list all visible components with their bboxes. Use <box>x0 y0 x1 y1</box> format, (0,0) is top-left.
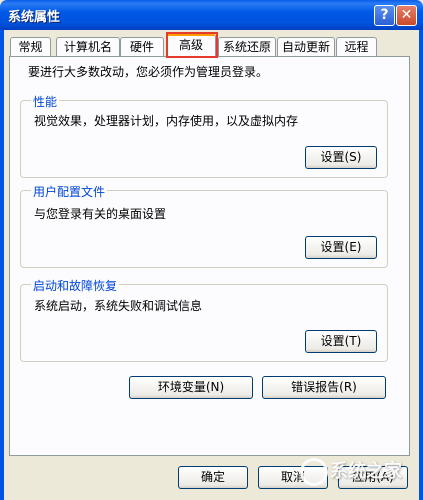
close-button[interactable]: ✕ <box>396 5 417 26</box>
performance-group-title: 性能 <box>31 93 60 110</box>
active-tab-highlight <box>166 32 218 58</box>
watermark-text: 系统之家 <box>330 461 402 482</box>
admin-notice: 要进行大多数改动，您必须作为管理员登录。 <box>28 65 269 79</box>
startup-recovery-description: 系统启动，系统失败和调试信息 <box>34 299 203 313</box>
performance-settings-button[interactable]: 设置(S) <box>305 146 377 169</box>
site-watermark: 系统之家 <box>296 452 418 492</box>
title-bar[interactable]: 系统属性 ? ✕ <box>0 0 423 30</box>
ok-button[interactable]: 确定 <box>178 466 248 489</box>
window-border-right <box>419 30 423 500</box>
tab-automatic-updates[interactable]: 自动更新 <box>277 37 335 57</box>
window-title: 系统属性 <box>8 10 61 25</box>
help-button[interactable]: ? <box>374 5 395 26</box>
startup-recovery-settings-button[interactable]: 设置(T) <box>305 330 377 353</box>
user-profiles-description: 与您登录有关的桌面设置 <box>34 207 167 221</box>
tab-system-restore[interactable]: 系统还原 <box>218 37 276 57</box>
user-profiles-settings-button[interactable]: 设置(E) <box>305 236 377 259</box>
error-reporting-button[interactable]: 错误报告(R) <box>262 376 386 399</box>
tab-computer-name[interactable]: 计算机名 <box>56 37 120 57</box>
performance-description: 视觉效果，处理器计划，内存使用，以及虚拟内存 <box>34 114 299 128</box>
tab-general[interactable]: 常规 <box>10 37 51 57</box>
watermark-logo-icon <box>296 454 332 490</box>
user-profiles-group-title: 用户配置文件 <box>31 183 108 200</box>
window-border-left <box>0 30 4 500</box>
startup-recovery-group-title: 启动和故障恢复 <box>31 277 120 294</box>
environment-variables-button[interactable]: 环境变量(N) <box>129 376 253 399</box>
tab-hardware[interactable]: 硬件 <box>120 37 164 57</box>
tab-remote[interactable]: 远程 <box>336 37 377 57</box>
